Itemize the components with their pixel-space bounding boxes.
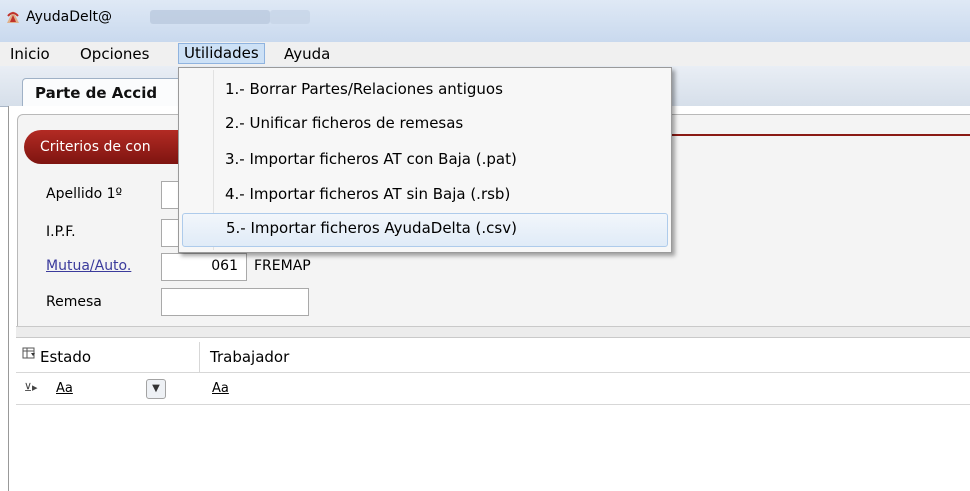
tab-label: Parte de Accid xyxy=(35,84,158,102)
menu-item-borrar-partes[interactable]: 1.- Borrar Partes/Relaciones antiguos xyxy=(181,74,667,106)
menu-bar: Inicio Opciones Utilidades Ayuda xyxy=(0,42,970,67)
title-obscured-text-2 xyxy=(270,10,310,24)
apellido-label: Apellido 1º xyxy=(46,186,123,202)
filter-icon[interactable]: ⊻▸ xyxy=(24,381,38,394)
grid-header xyxy=(16,340,970,373)
menu-item-label: 4.- Importar ficheros AT sin Baja (.rsb) xyxy=(225,185,511,203)
mutua-name: FREMAP xyxy=(254,258,311,274)
menu-item-importar-csv[interactable]: 5.- Importar ficheros AyudaDelta (.csv) xyxy=(182,213,668,247)
utilidades-dropdown-menu: 1.- Borrar Partes/Relaciones antiguos 2.… xyxy=(178,67,672,253)
mutua-code-value: 061 xyxy=(211,258,238,274)
title-bar: AyudaDelt@ xyxy=(0,0,970,42)
column-separator xyxy=(199,342,200,372)
mutua-code-input[interactable]: 061 xyxy=(161,253,247,281)
menu-utilidades[interactable]: Utilidades xyxy=(178,43,265,64)
menu-ayuda[interactable]: Ayuda xyxy=(280,45,334,63)
criteria-title: Criterios de con xyxy=(40,139,151,155)
remesa-label: Remesa xyxy=(46,294,102,310)
menu-item-importar-rsb[interactable]: 4.- Importar ficheros AT sin Baja (.rsb) xyxy=(181,179,667,211)
title-obscured-text xyxy=(150,10,270,24)
app-logo-icon xyxy=(7,11,19,23)
menu-item-label: 2.- Unificar ficheros de remesas xyxy=(225,114,464,132)
menu-inicio[interactable]: Inicio xyxy=(6,45,54,63)
tab-parte-accidente[interactable]: Parte de Accid xyxy=(22,78,204,107)
remesa-input[interactable] xyxy=(161,288,309,316)
menu-item-label: 5.- Importar ficheros AyudaDelta (.csv) xyxy=(226,219,517,237)
column-estado[interactable]: Estado xyxy=(40,348,91,366)
chevron-down-icon: ▼ xyxy=(152,383,160,394)
filter-trabajador-aa[interactable]: Aa xyxy=(212,381,229,396)
window-title: AyudaDelt@ xyxy=(26,9,113,25)
filter-estado-dropdown[interactable]: ▼ xyxy=(146,379,166,399)
menu-item-importar-pat[interactable]: 3.- Importar ficheros AT con Baja (.pat) xyxy=(181,144,667,176)
menu-item-label: 1.- Borrar Partes/Relaciones antiguos xyxy=(225,80,503,98)
menu-item-unificar-remesas[interactable]: 2.- Unificar ficheros de remesas xyxy=(181,108,667,140)
menu-item-label: 3.- Importar ficheros AT con Baja (.pat) xyxy=(225,150,517,168)
panel-splitter[interactable] xyxy=(16,326,970,338)
mutua-link[interactable]: Mutua/Auto. xyxy=(46,258,131,274)
column-trabajador[interactable]: Trabajador xyxy=(210,348,289,366)
ipf-label: I.P.F. xyxy=(46,224,76,240)
column-chooser-icon[interactable] xyxy=(22,346,36,360)
filter-estado-aa[interactable]: Aa xyxy=(56,381,73,396)
menu-opciones[interactable]: Opciones xyxy=(76,45,153,63)
